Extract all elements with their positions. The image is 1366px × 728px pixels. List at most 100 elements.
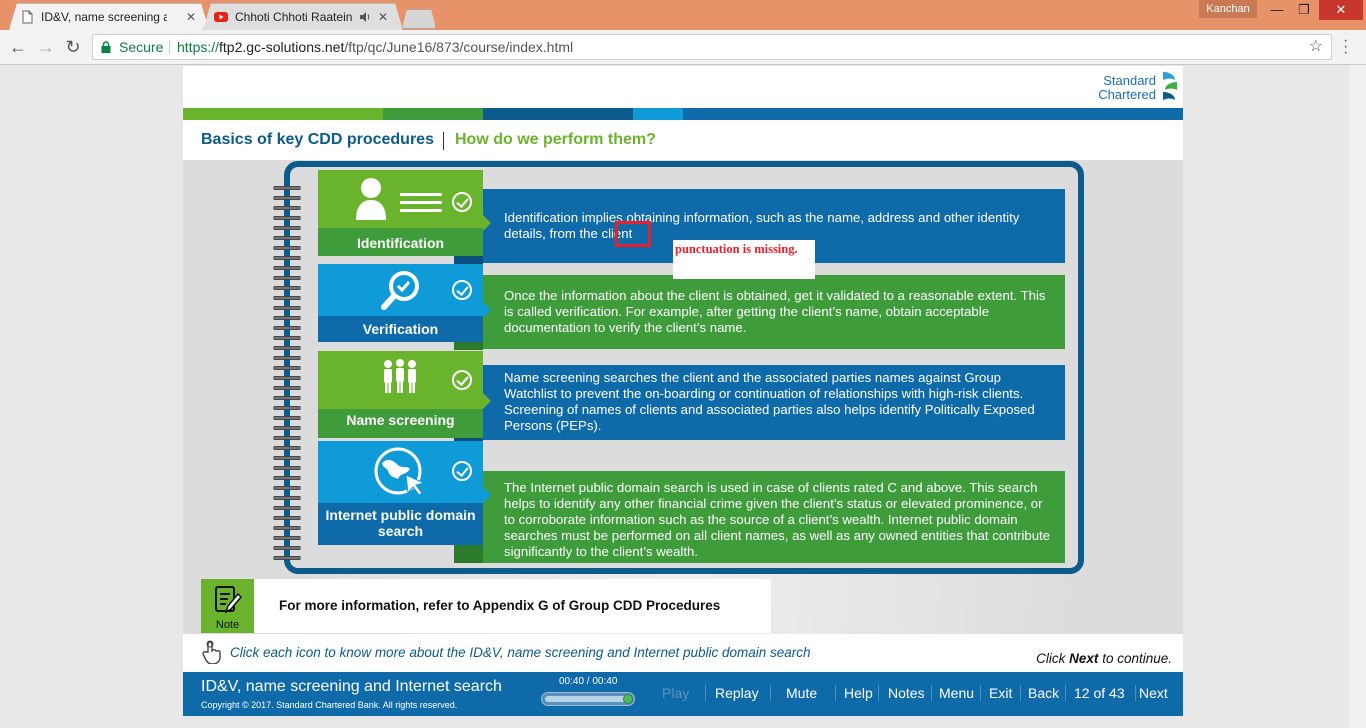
logo-line-2: Chartered	[1098, 87, 1156, 102]
url-host: ftp2.gc-solutions.net	[219, 39, 345, 55]
address-divider	[169, 40, 170, 54]
row-internet-search: The Internet public domain search is use…	[318, 441, 1065, 566]
tab-title: ID&V, name screening ar	[41, 10, 167, 24]
player-footer: ID&V, name screening and Internet search…	[183, 672, 1183, 716]
description-internet-search: The Internet public domain search is use…	[483, 471, 1065, 563]
tab-close-icon[interactable]: ✕	[378, 10, 388, 24]
row-name-screening: Name screening searches the client and t…	[318, 351, 1065, 443]
description-text: The Internet public domain search is use…	[504, 480, 1051, 559]
menu-button[interactable]: Menu	[939, 685, 974, 701]
secure-label: Secure	[119, 39, 164, 55]
continue-before: Click	[1036, 651, 1070, 666]
description-name-screening: Name screening searches the client and t…	[483, 365, 1065, 440]
name-screening-button[interactable]: Name screening	[318, 351, 491, 438]
url-scheme: https://	[177, 39, 220, 55]
footer-divider	[980, 685, 981, 701]
spiral-coil	[273, 346, 301, 350]
annotation-note: punctuation is missing.	[673, 240, 815, 279]
page-title: Basics of key CDD procedures	[201, 131, 434, 148]
course-header: Standard Chartered	[183, 66, 1183, 108]
spiral-coil	[273, 316, 301, 320]
forward-arrow-icon[interactable]: →	[36, 37, 56, 57]
logo-line-1: Standard	[1103, 73, 1156, 88]
replay-button[interactable]: Replay	[715, 685, 759, 701]
completed-check-icon	[452, 280, 472, 300]
notebook-spiral	[273, 186, 303, 566]
spiral-coil	[273, 536, 301, 540]
back-arrow-icon[interactable]: ←	[8, 37, 28, 57]
verification-button[interactable]: Verification	[318, 264, 491, 342]
profile-name[interactable]: Kanchan	[1199, 0, 1257, 18]
address-bar[interactable]: Secure https://ftp2.gc-solutions.net/ftp…	[92, 34, 1332, 60]
browser-menu-icon[interactable]: · · ·	[1343, 33, 1351, 61]
spiral-coil	[273, 526, 301, 530]
spiral-coil	[273, 416, 301, 420]
note-text: For more information, refer to Appendix …	[279, 598, 721, 613]
reload-icon[interactable]: ↻	[63, 37, 83, 57]
footer-divider	[1020, 685, 1021, 701]
card-label: Identification	[356, 235, 445, 251]
spiral-coil	[273, 226, 301, 230]
help-button[interactable]: Help	[844, 685, 873, 701]
maximize-icon[interactable]: ❐	[1289, 0, 1319, 20]
exit-button[interactable]: Exit	[989, 685, 1012, 701]
tab-close-icon[interactable]: ✕	[186, 10, 196, 24]
play-button[interactable]: Play	[662, 685, 689, 701]
spiral-coil	[273, 406, 301, 410]
notes-button[interactable]: Notes	[888, 685, 925, 701]
title-bar: Basics of key CDD procedures How do we p…	[183, 120, 1183, 160]
internet-search-button[interactable]: Internet public domain search	[318, 441, 491, 545]
bookmark-star-icon[interactable]: ☆	[1309, 35, 1323, 59]
back-button[interactable]: Back	[1028, 685, 1059, 701]
browser-tab-course[interactable]: ID&V, name screening ar ✕	[9, 3, 209, 30]
instruction-text: Click each icon to know more about the I…	[230, 645, 811, 660]
audio-progress-slider[interactable]	[541, 692, 635, 706]
hand-pointer-icon	[202, 640, 221, 664]
identification-button[interactable]: Identification	[318, 170, 491, 256]
spiral-coil	[273, 396, 301, 400]
copyright-text: Copyright © 2017. Standard Chartered Ban…	[201, 700, 458, 710]
strip-segment	[633, 108, 683, 120]
spiral-coil	[273, 386, 301, 390]
minimize-icon[interactable]: —	[1262, 0, 1292, 20]
globe-cursor-icon	[374, 447, 426, 496]
description-text: Name screening searches the client and t…	[504, 370, 1035, 433]
progress-knob[interactable]	[623, 694, 633, 704]
spiral-coil	[273, 206, 301, 210]
course-player: Standard Chartered Basics of key CDD pro…	[183, 66, 1183, 716]
tab-shadow	[454, 545, 483, 563]
page-subtitle: How do we perform them?	[455, 131, 656, 148]
browser-tab-video[interactable]: Chhoti Chhoti Raatein ✕	[203, 3, 403, 30]
page-scrollbar[interactable]	[1349, 65, 1366, 728]
footer-divider	[931, 685, 932, 701]
spiral-coil	[273, 276, 301, 280]
card-pointer	[483, 215, 491, 231]
module-title: ID&V, name screening and Internet search	[201, 678, 502, 695]
completed-check-icon	[452, 370, 472, 390]
instruction-bar: Click each icon to know more about the I…	[183, 634, 1183, 672]
spiral-coil	[273, 326, 301, 330]
completed-check-icon	[452, 192, 472, 212]
lock-icon	[101, 41, 111, 53]
note-pencil-icon	[215, 586, 242, 614]
spiral-coil	[273, 436, 301, 440]
mute-button[interactable]: Mute	[786, 685, 817, 701]
close-window-icon[interactable]: ✕	[1319, 0, 1363, 20]
footer-divider	[1065, 685, 1066, 701]
card-label: Name screening	[346, 412, 455, 428]
people-group-icon	[384, 359, 416, 393]
card-label: Internet public domain search	[325, 507, 476, 539]
strip-segment	[483, 108, 633, 120]
completed-check-icon	[452, 461, 472, 481]
next-button[interactable]: Next	[1139, 685, 1168, 701]
spiral-coil	[273, 366, 301, 370]
speaker-icon	[359, 11, 371, 23]
spiral-coil	[273, 216, 301, 220]
description-text: Identification implies obtaining informa…	[504, 210, 1020, 241]
spiral-coil	[273, 466, 301, 470]
continue-next-word: Next	[1069, 651, 1099, 666]
new-tab-button[interactable]	[402, 9, 436, 29]
strip-segment	[183, 108, 383, 120]
footer-divider	[705, 685, 706, 701]
continue-after: to continue.	[1098, 651, 1172, 666]
